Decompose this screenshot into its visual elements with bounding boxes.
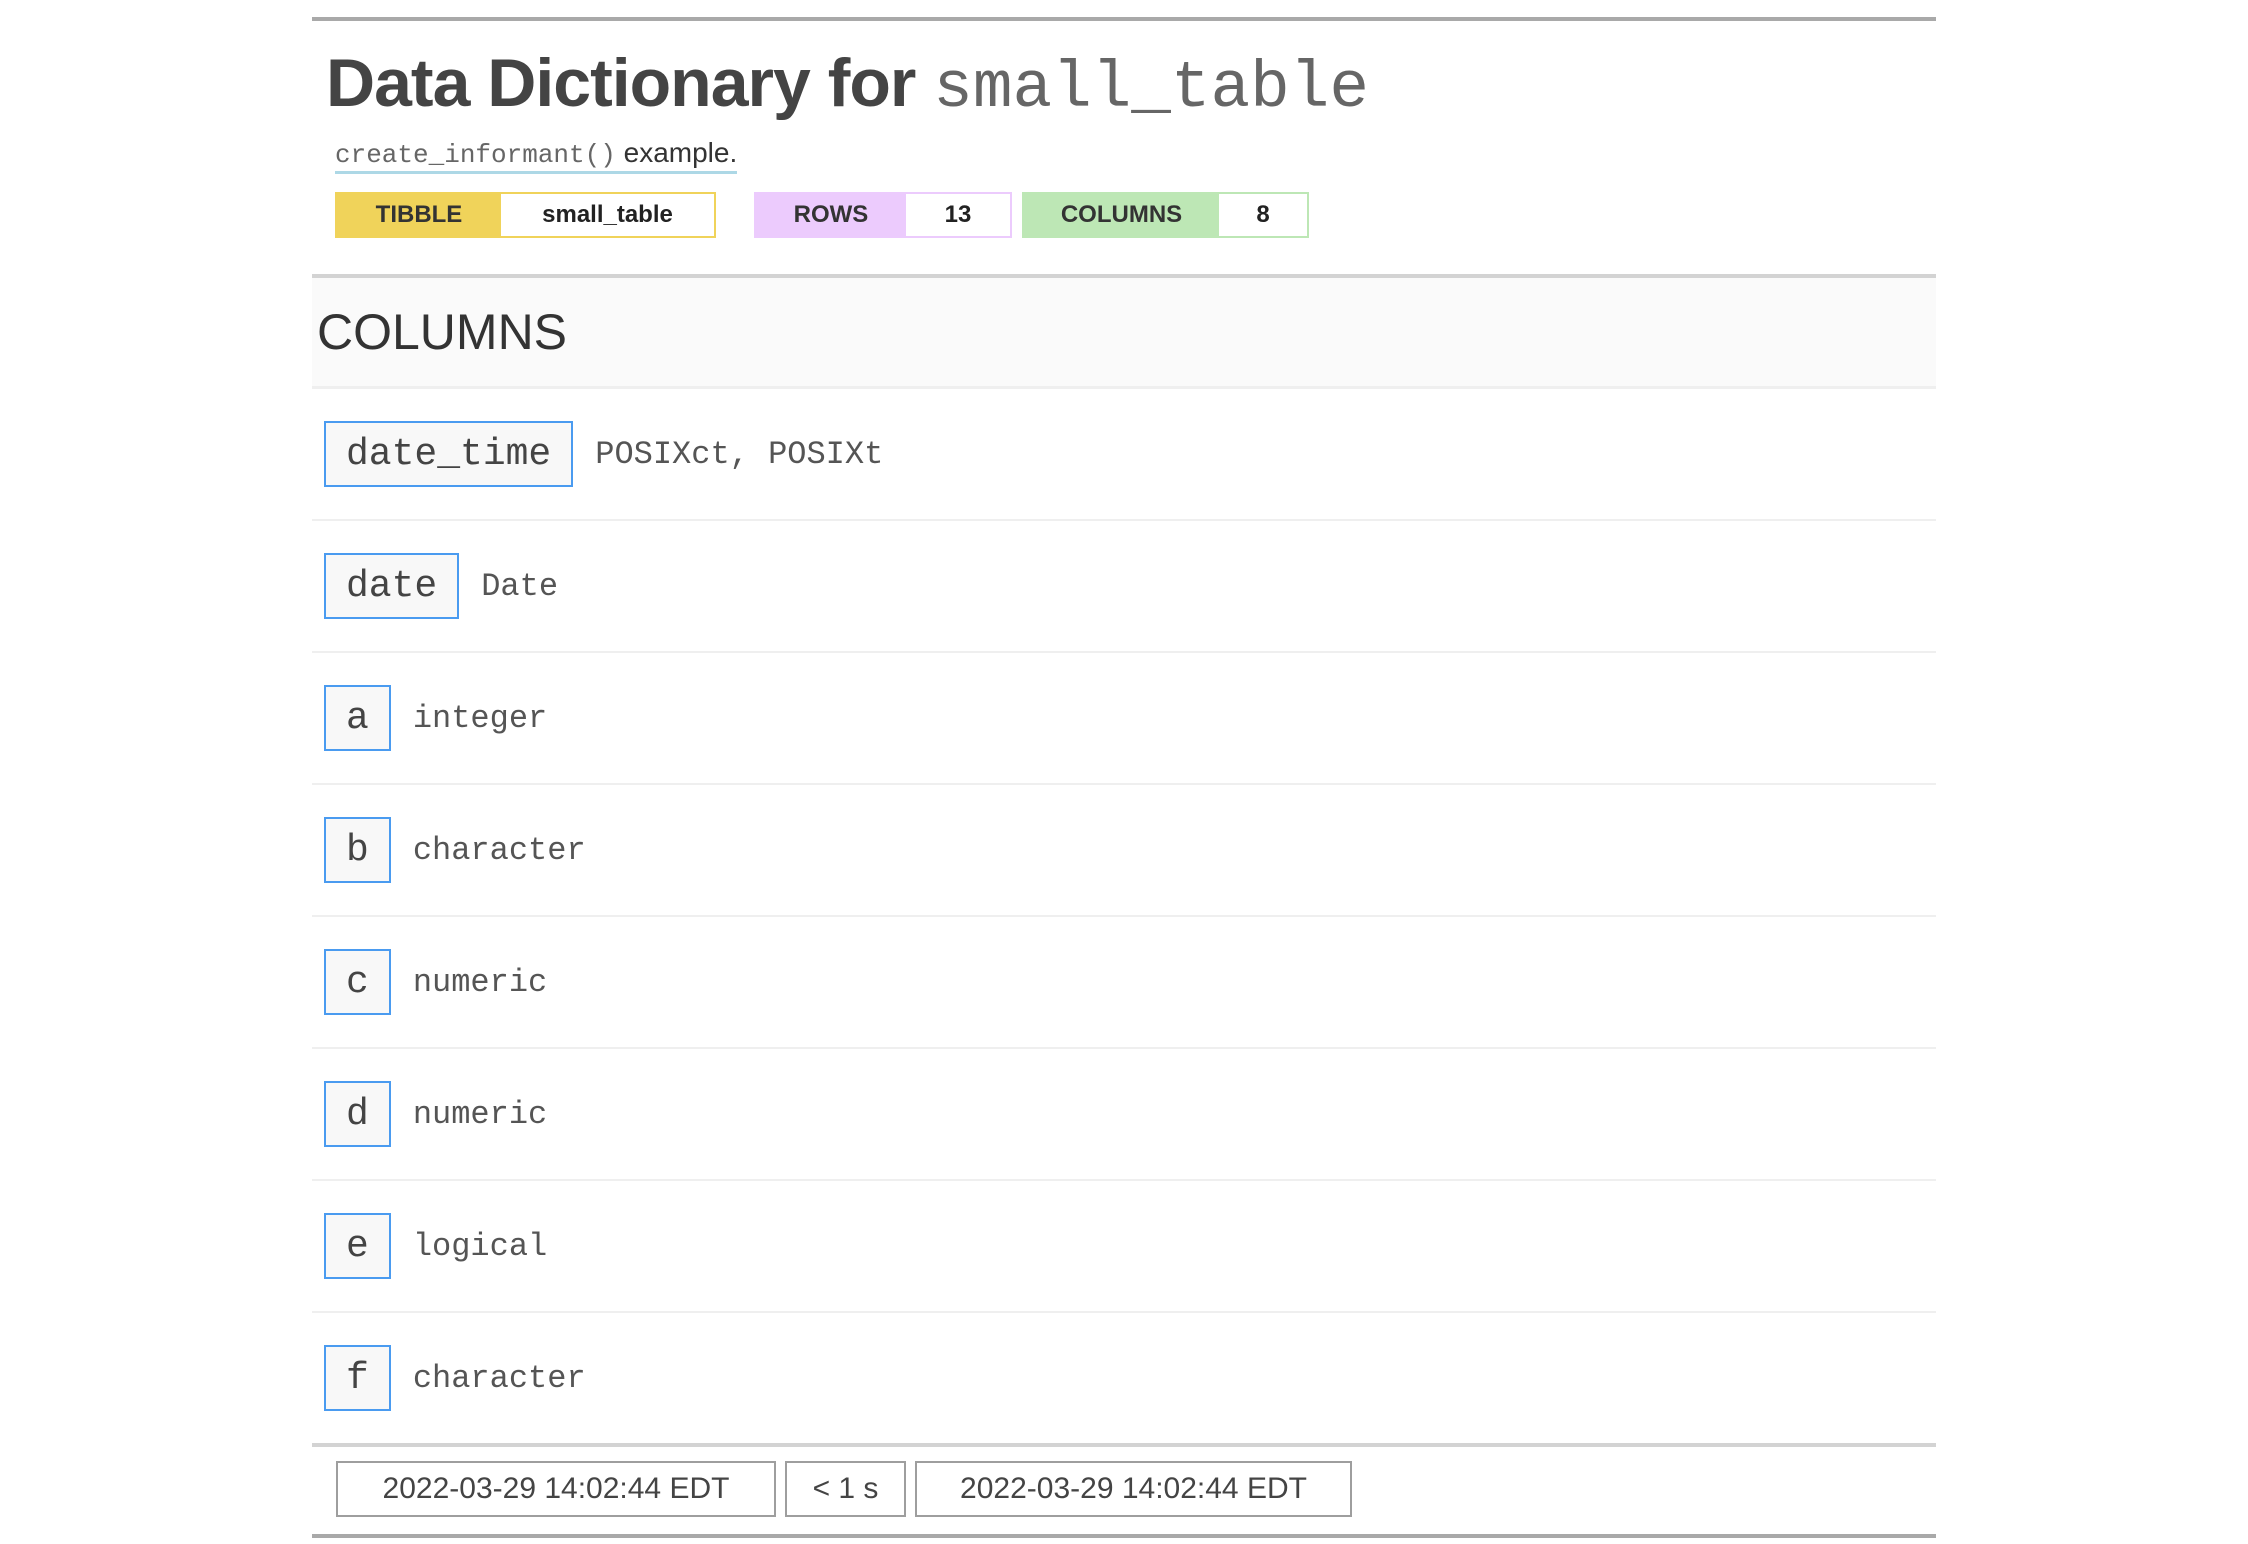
column-type: character [412, 831, 586, 869]
rows-badge-label: ROWS [756, 194, 906, 236]
column-type: POSIXct, POSIXt [595, 435, 884, 473]
columns-badge-value: 8 [1219, 194, 1307, 236]
footer-divider [312, 1443, 1936, 1447]
column-row: a integer [312, 653, 1936, 785]
columns-section-header: COLUMNS [312, 274, 1936, 389]
title-table-name: small_table [933, 51, 1369, 126]
column-row: b character [312, 785, 1936, 917]
column-type: integer [412, 699, 548, 737]
column-row: date_time POSIXct, POSIXt [312, 389, 1936, 521]
tibble-badge-value: small_table [501, 194, 714, 236]
subtitle-code: create_informant() [335, 140, 616, 170]
column-name: b [324, 817, 391, 883]
start-time: 2022-03-29 14:02:44 EDT [336, 1461, 776, 1517]
column-row: c numeric [312, 917, 1936, 1049]
column-name: a [324, 685, 391, 751]
duration: < 1 s [785, 1461, 906, 1517]
title-prefix: Data Dictionary for [326, 45, 916, 121]
column-name: e [324, 1213, 391, 1279]
section-title: COLUMNS [317, 304, 568, 360]
column-type: numeric [412, 963, 548, 1001]
column-name: date [324, 553, 460, 619]
column-name: f [324, 1345, 391, 1411]
column-row: e logical [312, 1181, 1936, 1313]
column-name: c [324, 949, 391, 1015]
columns-list: date_time POSIXct, POSIXt date Date a in… [312, 389, 1936, 1443]
columns-badge-label: COLUMNS [1024, 194, 1219, 236]
column-row: f character [312, 1313, 1936, 1443]
column-type: logical [412, 1227, 548, 1265]
bottom-divider [312, 1534, 1936, 1538]
column-name: d [324, 1081, 391, 1147]
column-type: Date [481, 567, 559, 605]
column-row: date Date [312, 521, 1936, 653]
rows-badge: ROWS 13 [754, 192, 1012, 238]
column-row: d numeric [312, 1049, 1936, 1181]
tibble-badge-label: TIBBLE [337, 194, 501, 236]
subtitle-text: example. [615, 137, 738, 168]
tibble-badge: TIBBLE small_table [335, 192, 716, 238]
subtitle: create_informant() example. [335, 137, 738, 174]
column-name: date_time [324, 421, 574, 487]
columns-badge: COLUMNS 8 [1022, 192, 1309, 238]
column-type: character [412, 1359, 586, 1397]
rows-badge-value: 13 [906, 194, 1010, 236]
page-title: Data Dictionary for small_table [326, 43, 1936, 129]
footer-timing: 2022-03-29 14:02:44 EDT < 1 s 2022-03-29… [336, 1461, 1936, 1517]
column-type: numeric [412, 1095, 548, 1133]
top-divider [312, 17, 1936, 21]
table-info-badges: TIBBLE small_table ROWS 13 COLUMNS 8 [335, 192, 1936, 238]
data-dictionary: Data Dictionary for small_table create_i… [312, 17, 1936, 1538]
end-time: 2022-03-29 14:02:44 EDT [915, 1461, 1352, 1517]
